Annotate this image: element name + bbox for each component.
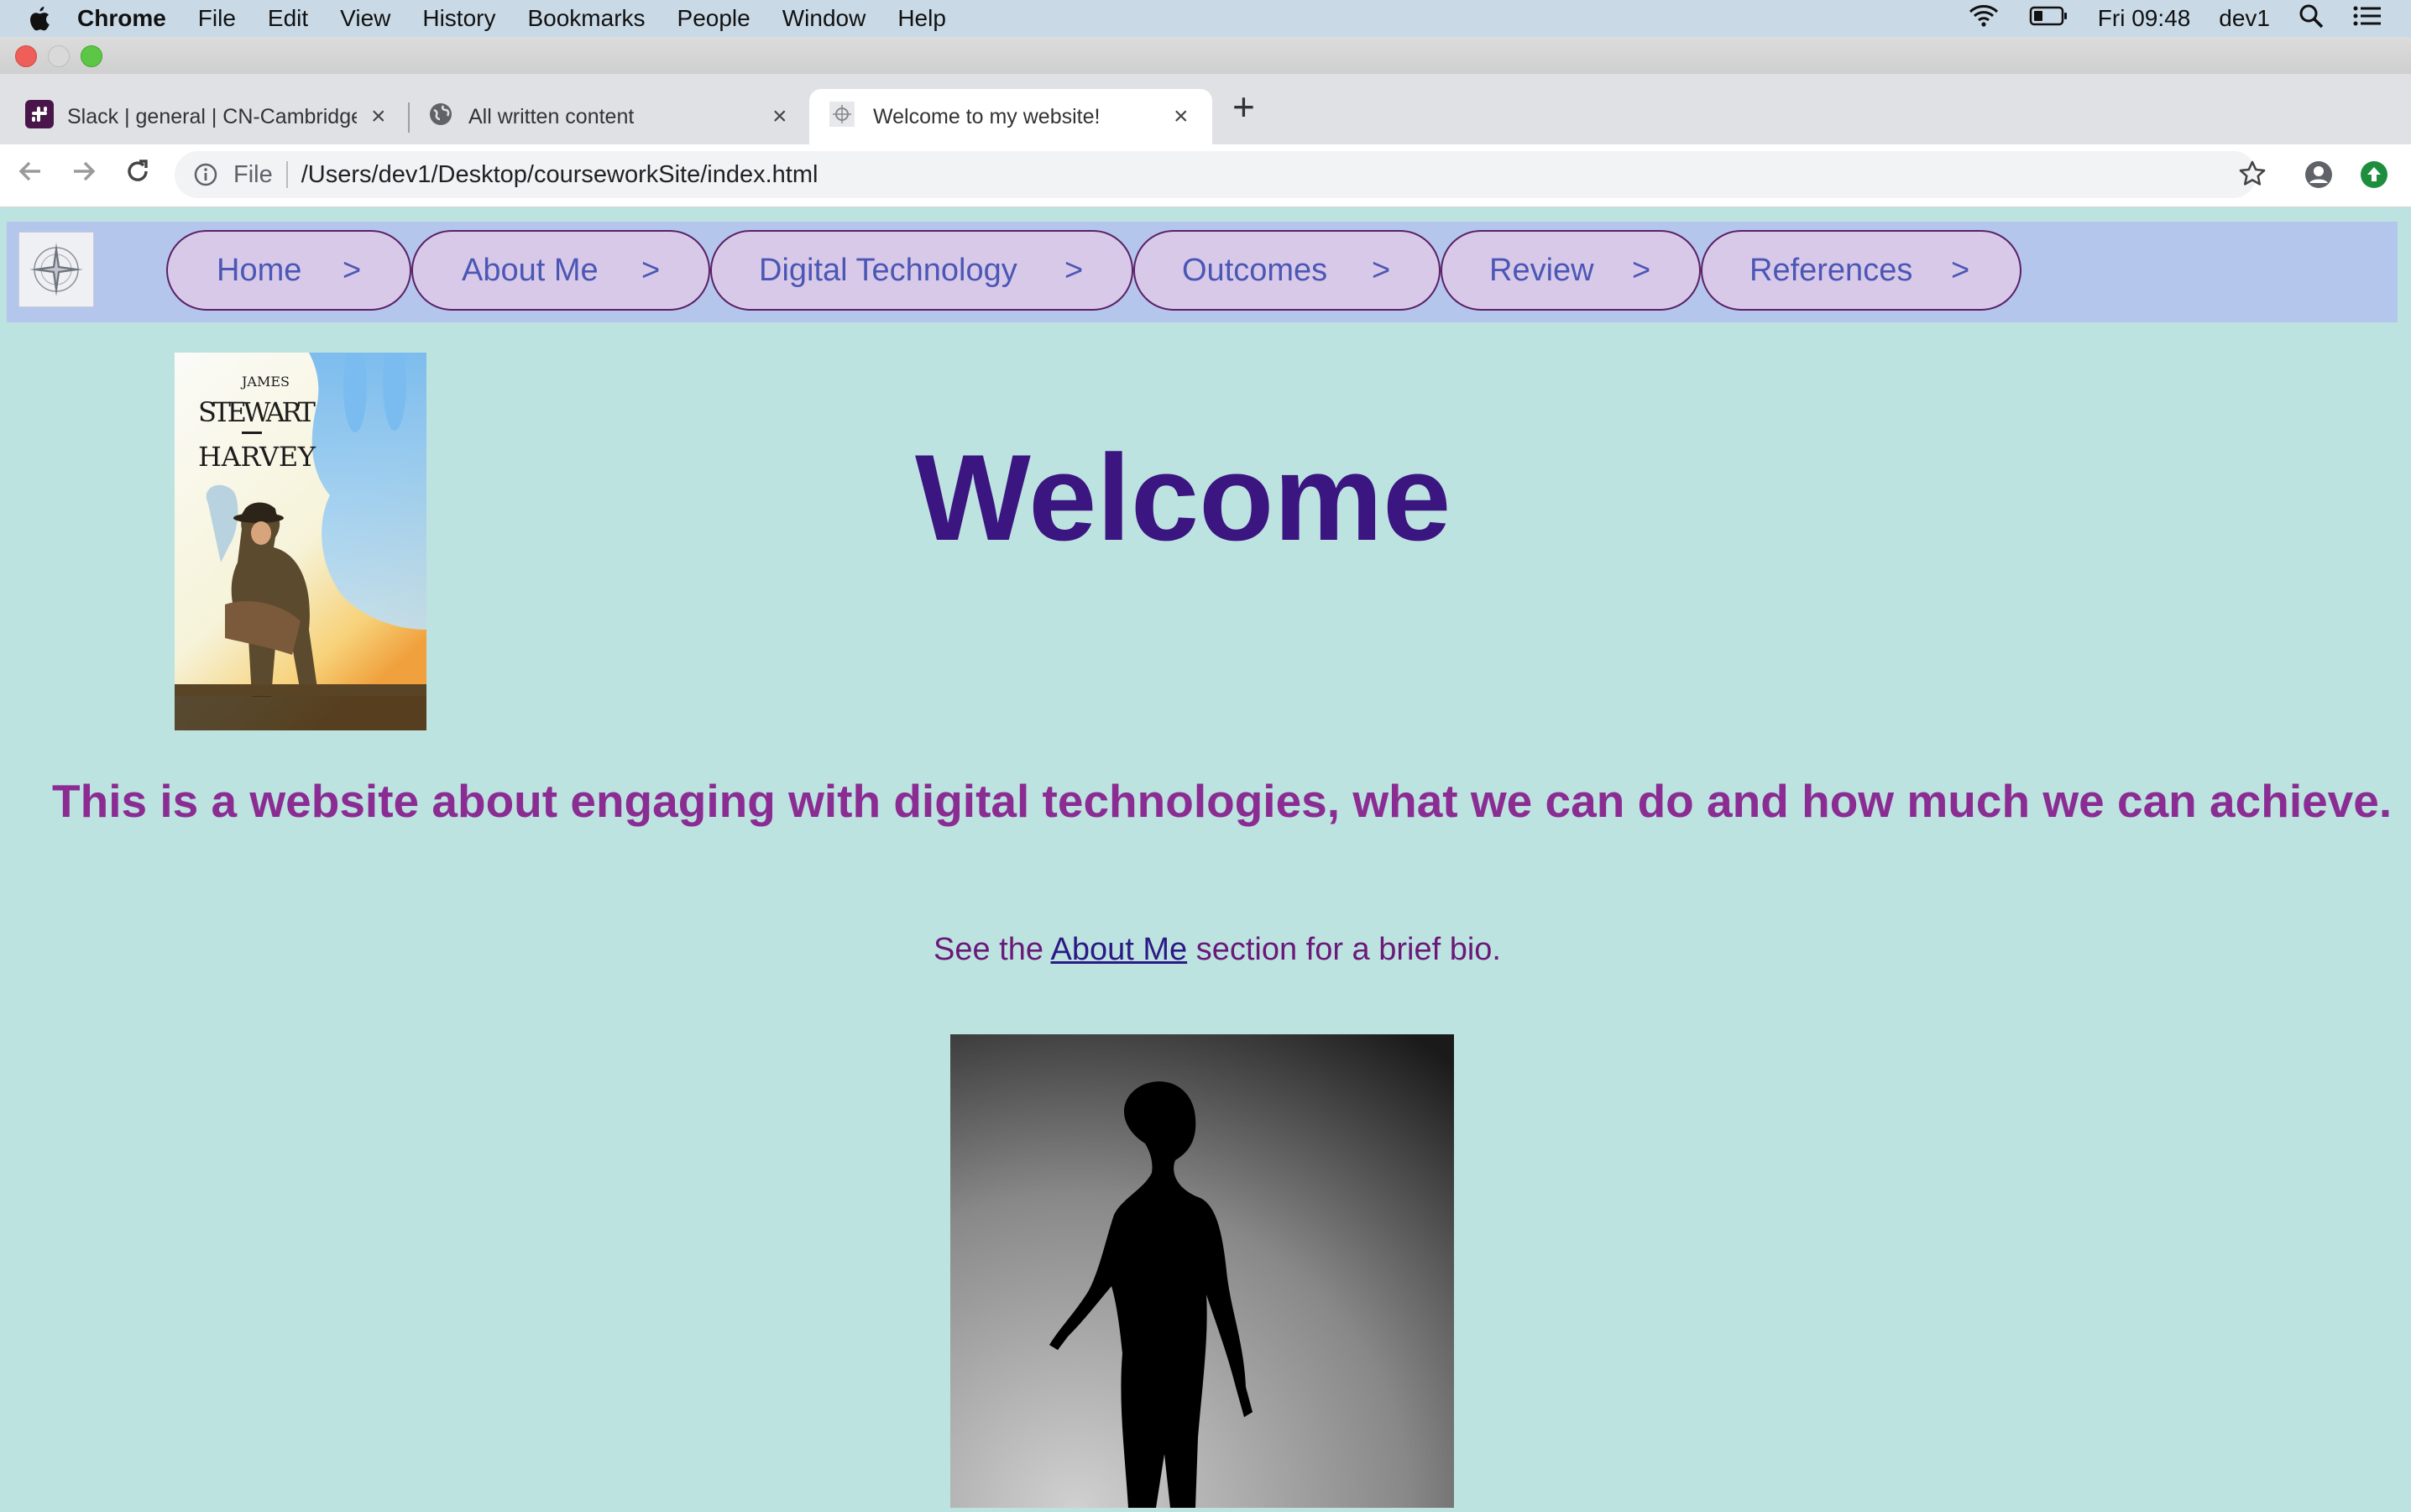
nav-references-label: References [1749,252,1913,288]
url-separator [285,161,288,188]
tab-strip: Slack | general | CN-Cambridge × All wri… [0,74,2411,144]
globe-icon [428,102,453,133]
nav-about-me-label: About Me [462,252,599,288]
tab-close-icon[interactable]: × [371,102,386,131]
window-close-button[interactable] [15,45,37,67]
menu-bar: Chrome File Edit View History Bookmarks … [0,0,2411,37]
tab-separator [408,102,410,133]
bio-paragraph: See the About Me section for a brief bio… [934,932,1501,968]
nav-arrow: > [1064,252,1084,288]
menu-bookmarks[interactable]: Bookmarks [527,5,645,32]
nav-references-button[interactable]: References > [1701,230,2021,311]
address-bar[interactable]: File /Users/dev1/Desktop/courseworkSite/… [175,151,2257,198]
url-text[interactable]: /Users/dev1/Desktop/courseworkSite/index… [301,161,818,189]
nav-review-button[interactable]: Review > [1441,230,1701,311]
tab-written-content[interactable]: All written content × [420,89,806,144]
harvey-movie-poster: JAMES STEWART HARVEY [175,333,426,730]
nav-arrow: > [641,252,661,288]
battery-icon[interactable] [2029,5,2069,33]
menu-edit[interactable]: Edit [268,5,308,32]
reload-icon[interactable] [123,156,153,191]
bookmark-star-icon[interactable] [2238,160,2267,193]
nav-arrow: > [1951,252,1970,288]
site-info-icon[interactable] [193,162,218,187]
nav-arrow: > [1372,252,1391,288]
clock-text[interactable]: Fri 09:48 [2098,5,2191,32]
back-arrow-icon[interactable] [15,156,45,191]
nav-outcomes-label: Outcomes [1182,252,1328,288]
menu-history[interactable]: History [422,5,495,32]
tab-welcome[interactable]: Welcome to my website! × [809,89,1212,144]
menu-app-name[interactable]: Chrome [77,5,166,32]
page-tagline: This is a website about engaging with di… [52,775,2393,827]
tab-label: Welcome to my website! [873,104,1101,128]
wifi-icon[interactable] [1967,3,2000,34]
tab-close-icon[interactable]: × [1174,102,1189,131]
tab-label: Slack | general | CN-Cambridge [67,104,357,128]
user-name[interactable]: dev1 [2219,5,2270,32]
site-favicon-icon [829,101,855,133]
menu-people[interactable]: People [677,5,750,32]
nav-digital-technology-button[interactable]: Digital Technology > [710,230,1133,311]
nav-about-me-button[interactable]: About Me > [411,230,710,311]
url-scheme: File [233,160,273,188]
nav-outcomes-button[interactable]: Outcomes > [1133,230,1441,311]
tab-close-icon[interactable]: × [772,102,787,131]
apple-icon[interactable] [0,5,77,32]
menu-window[interactable]: Window [782,5,866,32]
spotlight-search-icon[interactable] [2299,3,2324,34]
bio-text-before: See the [934,932,1043,967]
nav-home-label: Home [217,252,302,288]
page-heading: Welcome [915,429,1451,566]
nav-arrow: > [1632,252,1651,288]
bio-text-after: section for a brief bio. [1195,932,1501,967]
window-zoom-button[interactable] [81,45,102,67]
menu-file[interactable]: File [198,5,236,32]
nav-home-button[interactable]: Home > [166,230,411,311]
about-me-link[interactable]: About Me [1050,932,1187,967]
notification-center-icon[interactable] [2352,4,2382,34]
silhouette-figure-image [950,1034,1454,1508]
poster-text-stewart: STEWART [198,396,316,428]
extension-update-icon[interactable] [2359,160,2389,195]
menu-help[interactable]: Help [897,5,946,32]
nav-review-label: Review [1489,252,1594,288]
window-title-bar [0,37,2411,75]
poster-text-james: JAMES [240,374,290,390]
nav-digital-technology-label: Digital Technology [759,252,1017,288]
nav-arrow: > [343,252,362,288]
profile-avatar-icon[interactable] [2304,160,2334,195]
forward-arrow-icon[interactable] [69,156,99,191]
site-logo-compass-icon[interactable] [18,232,94,307]
new-tab-button[interactable]: + [1232,87,1255,126]
menu-view[interactable]: View [340,5,390,32]
tab-slack[interactable]: Slack | general | CN-Cambridge × [17,89,403,144]
poster-text-harvey: HARVEY [198,441,316,473]
window-minimize-button[interactable] [48,45,70,67]
slack-icon [25,99,54,134]
tab-label: All written content [468,104,635,128]
